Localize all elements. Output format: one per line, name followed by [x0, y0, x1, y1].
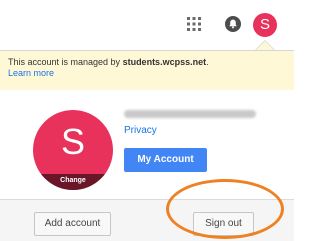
top-bar: S — [0, 0, 294, 48]
notifications-icon[interactable] — [225, 16, 241, 32]
menu-caret-fill — [256, 41, 274, 50]
account-avatar-button[interactable]: S — [253, 13, 277, 37]
change-photo-button[interactable]: Change — [33, 174, 113, 190]
apps-grid-icon[interactable] — [187, 17, 201, 31]
add-account-button[interactable]: Add account — [34, 212, 111, 236]
profile-avatar[interactable]: S Change — [33, 110, 113, 190]
my-account-button[interactable]: My Account — [124, 148, 207, 172]
sign-out-button[interactable]: Sign out — [193, 212, 254, 236]
learn-more-link[interactable]: Learn more — [8, 68, 286, 79]
managed-account-banner: This account is managed by students.wcps… — [0, 51, 294, 90]
managed-domain: students.wcpss.net — [122, 57, 207, 67]
privacy-link[interactable]: Privacy — [124, 125, 157, 136]
managed-account-notice: This account is managed by students.wcps… — [8, 57, 209, 67]
account-email-blurred — [124, 110, 256, 118]
account-menu-footer: Add account Sign out — [0, 199, 294, 241]
account-menu: This account is managed by students.wcps… — [0, 50, 294, 241]
profile-avatar-letter: S — [60, 121, 85, 162]
